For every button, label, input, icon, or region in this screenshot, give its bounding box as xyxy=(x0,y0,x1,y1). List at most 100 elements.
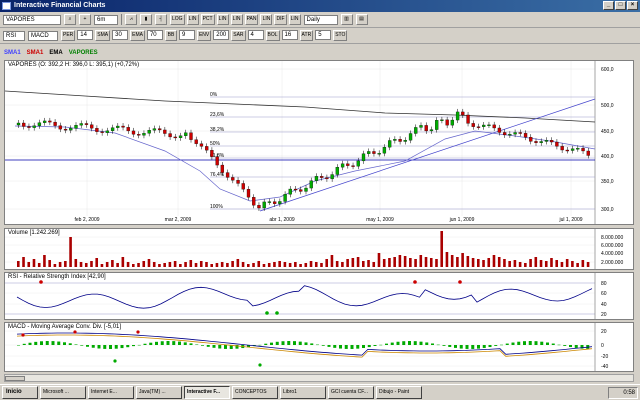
scale-button-pan[interactable]: PAN xyxy=(244,14,259,25)
indicator-param-input[interactable]: 70 xyxy=(146,30,163,40)
indicator-param-input[interactable]: 30 xyxy=(112,30,129,40)
indicator1-select[interactable]: RSI xyxy=(3,30,25,41)
price-header: VAPORES (O: 392,2 H: 396,0 L: 395,1) (+0… xyxy=(8,62,140,68)
taskbar-button[interactable]: Interactive F... xyxy=(184,386,230,399)
volume-bar xyxy=(17,261,20,267)
volume-bar xyxy=(48,260,51,267)
indicator-button-sar[interactable]: SAR xyxy=(231,30,246,41)
volume-bar xyxy=(529,259,532,267)
volume-bar xyxy=(314,262,318,267)
indicator-button-bol[interactable]: BOL xyxy=(265,30,280,41)
macd-histogram-bar xyxy=(402,341,406,345)
volume-bar xyxy=(215,263,219,267)
close-button[interactable]: × xyxy=(627,1,638,10)
scale-button-lin[interactable]: LIN xyxy=(288,14,301,25)
candle-body xyxy=(367,151,371,154)
volume-panel[interactable]: 8.000.000 6.000.000 4.000.000 2.000.000 Vol… xyxy=(4,228,634,270)
legend-item[interactable]: EMA xyxy=(49,50,62,59)
start-button[interactable]: Inicio xyxy=(2,386,38,399)
indicator-button-atr[interactable]: ATR xyxy=(299,30,314,41)
volume-bar xyxy=(158,264,161,267)
candle-body xyxy=(419,125,423,128)
macd-histogram-bar xyxy=(40,341,43,345)
indicator-param-input[interactable]: 14 xyxy=(77,30,94,40)
taskbar-button[interactable]: Microsoft ... xyxy=(40,386,86,399)
indicator-button-sto[interactable]: STO xyxy=(333,30,348,41)
indicator-param-input[interactable]: 200 xyxy=(213,30,230,40)
indicator-button-env[interactable]: ENV xyxy=(196,30,212,41)
taskbar-button[interactable]: Internet E... xyxy=(88,386,134,399)
volume-bar xyxy=(377,253,381,267)
zoom-button[interactable]: + xyxy=(79,14,91,25)
chart-type-button[interactable]: ⩘ xyxy=(125,14,137,25)
indicator-params: PER 14 SMA 30 EMA 70 BB 9 ENV 200 SAR 4 BOL 16 ATR 5 STO xyxy=(61,30,348,41)
rsi-panel[interactable]: 80 60 40 20 RSI - Relative Strength Index [… xyxy=(4,272,634,320)
candle-body xyxy=(283,194,287,202)
taskbar-button[interactable]: CONCEPTOS xyxy=(232,386,278,399)
legend-item[interactable]: SMA1 xyxy=(27,50,44,59)
candle-body xyxy=(403,140,407,142)
window-title: Interactive Financial Charts xyxy=(14,2,106,9)
maximize-button[interactable]: □ xyxy=(615,1,626,10)
candle-body xyxy=(58,125,62,130)
title-bar[interactable]: Interactive Financial Charts _ □ × xyxy=(0,0,640,12)
macd-histogram-bar xyxy=(155,341,158,345)
macd-histogram-bar xyxy=(178,341,181,345)
volume-bar xyxy=(325,259,329,267)
indicator-button-sma[interactable]: SMA xyxy=(95,30,111,41)
print-button[interactable]: ▤ xyxy=(355,14,368,25)
scale-button-dif[interactable]: DIF xyxy=(274,14,287,25)
scrollbar-thumb[interactable] xyxy=(5,376,25,381)
taskbar-button[interactable]: Java(TM) ... xyxy=(136,386,182,399)
volume-bar xyxy=(257,261,261,267)
horizontal-scrollbar[interactable] xyxy=(4,374,634,382)
indicator-param-input[interactable]: 9 xyxy=(178,30,195,40)
scale-button-pct[interactable]: PCT xyxy=(200,14,215,25)
macd-histogram-bar xyxy=(488,345,492,348)
volume-bar xyxy=(288,263,292,267)
volume-bar xyxy=(393,257,396,267)
candle-body xyxy=(299,189,303,192)
candle-body xyxy=(79,123,83,126)
scale-button-lin[interactable]: LIN xyxy=(216,14,229,25)
macd-histogram-bar xyxy=(189,343,193,345)
taskbar-button[interactable]: Libro1 xyxy=(280,386,326,399)
indicator-param-input[interactable]: 16 xyxy=(281,30,298,40)
taskbar-button[interactable]: GCI cuenta CF... xyxy=(328,386,374,399)
candle-button[interactable]: ▮ xyxy=(140,14,152,25)
price-chart-panel[interactable]: 600,0 500,0 450,0 400,0 350,0 300,0 feb 2, 200… xyxy=(4,60,634,225)
color-button[interactable]: ▥ xyxy=(340,14,353,25)
minimize-button[interactable]: _ xyxy=(603,1,614,10)
candle-body xyxy=(194,139,198,144)
scale-button-lin[interactable]: LIN xyxy=(260,14,273,25)
indicator2-select[interactable]: MACD xyxy=(28,30,58,41)
macd-histogram-bar xyxy=(528,341,532,345)
app-window: Interactive Financial Charts _ □ × VAPOR… xyxy=(0,0,640,384)
indicator-button-ema[interactable]: EMA xyxy=(130,30,145,41)
macd-histogram-bar xyxy=(500,344,503,346)
sma-long-line xyxy=(5,90,596,123)
range-select[interactable]: 6m xyxy=(94,14,118,25)
scale-button-log[interactable]: LOG xyxy=(170,14,185,25)
macd-histogram-bar xyxy=(465,345,469,349)
symbol-input[interactable]: VAPORES xyxy=(3,14,61,25)
scale-button-lin[interactable]: LIN xyxy=(186,14,199,25)
search-button[interactable]: ⌕ xyxy=(64,14,76,25)
rsi-line xyxy=(16,285,593,309)
indicator-button-bb[interactable]: BB xyxy=(164,30,177,41)
indicator-param-input[interactable]: 4 xyxy=(247,30,264,40)
indicator-param-input[interactable]: 5 xyxy=(315,30,332,40)
legend-item[interactable]: VAPORES xyxy=(69,50,98,59)
legend-item[interactable]: SMA1 xyxy=(4,50,21,59)
bar-button[interactable]: ┤ xyxy=(155,14,167,25)
period-select[interactable]: Daily xyxy=(303,14,338,25)
scale-button-lin[interactable]: LIN xyxy=(230,14,243,25)
candle-body xyxy=(215,156,219,166)
buy-marker xyxy=(258,363,262,367)
indicator-button-per[interactable]: PER xyxy=(61,30,76,41)
candle-body xyxy=(560,146,564,151)
candle-body xyxy=(100,131,104,133)
taskbar-button[interactable]: Dibujo - Paint xyxy=(376,386,422,399)
macd-panel[interactable]: 20 0 -20 -40 MACD - Moving Average Conv. Di… xyxy=(4,322,634,372)
system-tray-clock: 0:58 xyxy=(608,387,638,399)
